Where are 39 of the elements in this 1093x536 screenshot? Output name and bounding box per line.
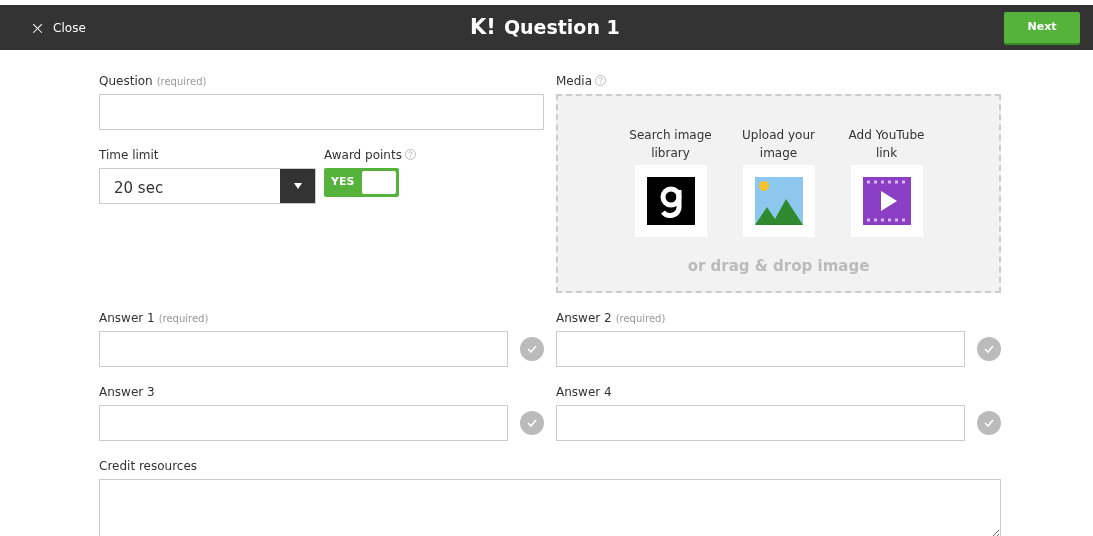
field-label: Time limit	[99, 147, 159, 164]
required-hint: (required)	[156, 76, 207, 87]
media-option[interactable]: Add YouTube link	[836, 126, 937, 237]
field-label: Media	[556, 73, 593, 90]
time-limit-select[interactable]: 20 sec	[99, 168, 316, 204]
correct-toggle[interactable]	[520, 411, 544, 435]
check-icon	[984, 345, 994, 353]
caret-icon	[293, 183, 302, 189]
answer-field[interactable]	[556, 331, 965, 367]
field-label: Question	[99, 73, 153, 90]
credit-field[interactable]	[99, 479, 1001, 536]
video-icon	[862, 177, 911, 225]
logo: K!	[470, 13, 496, 41]
correct-toggle[interactable]	[977, 411, 1001, 435]
answer-field[interactable]	[556, 405, 965, 441]
close-button[interactable]: × Close	[30, 14, 86, 41]
check-icon	[527, 419, 537, 427]
answer-field[interactable]	[99, 331, 508, 367]
field-label: Answer 2	[556, 310, 612, 327]
library-icon	[646, 177, 695, 225]
field-label: Answer 1	[99, 310, 155, 327]
correct-toggle[interactable]	[520, 337, 544, 361]
help-icon	[595, 75, 607, 86]
field-label: Answer 3	[99, 384, 155, 401]
check-icon	[527, 345, 537, 353]
question-field[interactable]	[99, 94, 544, 130]
media-option[interactable]: Upload your image	[728, 126, 829, 237]
help-icon	[404, 149, 416, 160]
answer-field[interactable]	[99, 405, 508, 441]
check-icon	[984, 419, 994, 427]
correct-toggle[interactable]	[977, 337, 1001, 361]
image-icon	[754, 177, 803, 225]
field-label: Credit resources	[99, 458, 198, 475]
required-hint: (required)	[158, 313, 209, 324]
required-hint: (required)	[615, 313, 666, 324]
field-label: Award points	[324, 147, 402, 164]
media-option[interactable]: Search image library	[620, 126, 721, 237]
page-title: Question 1	[503, 15, 620, 41]
field-label: Answer 4	[556, 384, 612, 401]
